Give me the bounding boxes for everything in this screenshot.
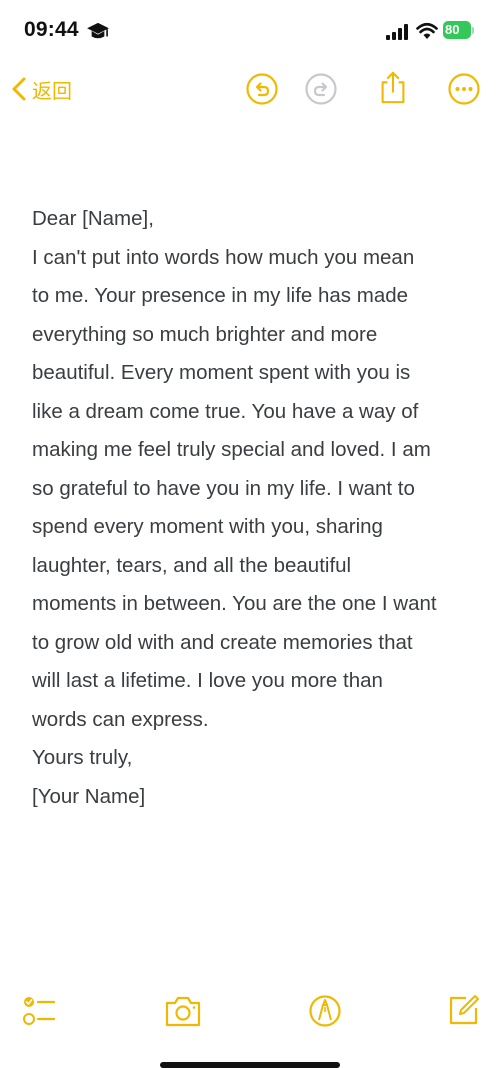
- note-line: I can't put into words how much you mean: [32, 245, 415, 269]
- note-line: to me. Your presence in my life has made: [32, 284, 409, 307]
- note-body[interactable]: Dear [Name], I can't put into words how …: [32, 200, 472, 816]
- note-line: words can express.: [32, 707, 209, 731]
- graduation-cap-icon: [87, 22, 109, 39]
- note-line: everything so much brighter and more: [32, 322, 378, 346]
- note-line: will last a lifetime. I love you more th…: [32, 669, 383, 692]
- note-line: so grateful to have you in my life. I wa…: [32, 476, 415, 500]
- compose-icon[interactable]: [448, 994, 480, 1026]
- redo-icon[interactable]: [304, 72, 338, 106]
- note-line: beautiful. Every moment spent with you i…: [32, 361, 411, 384]
- note-line: Yours truly,: [32, 746, 133, 769]
- note-line: laughter, tears, and all the beautiful: [32, 553, 352, 577]
- camera-icon[interactable]: [164, 994, 202, 1028]
- markup-icon[interactable]: [308, 994, 342, 1028]
- note-line: Dear [Name],: [32, 207, 154, 230]
- back-button[interactable]: 返回: [10, 72, 72, 106]
- note-line: spend every moment with you, sharing: [32, 515, 383, 538]
- note-line: like a dream come true. You have a way o…: [32, 399, 419, 423]
- more-icon[interactable]: [447, 72, 481, 106]
- back-label: 返回: [32, 80, 72, 103]
- chevron-left-icon: [12, 77, 26, 101]
- checklist-icon[interactable]: [22, 994, 56, 1028]
- note-line: [Your Name]: [32, 784, 146, 808]
- note-line: making me feel truly special and loved. …: [32, 438, 431, 461]
- note-line: to grow old with and create memories tha…: [32, 630, 413, 654]
- status-time: 09:44: [24, 18, 79, 41]
- note-line: moments in between. You are the one I wa…: [32, 592, 437, 615]
- battery-level: 80: [445, 22, 460, 37]
- wifi-icon: [416, 22, 438, 39]
- home-indicator: [160, 1062, 340, 1068]
- battery-icon: 80: [443, 21, 477, 41]
- undo-icon[interactable]: [245, 72, 279, 106]
- share-icon[interactable]: [376, 70, 410, 104]
- signal-icon: [386, 24, 408, 40]
